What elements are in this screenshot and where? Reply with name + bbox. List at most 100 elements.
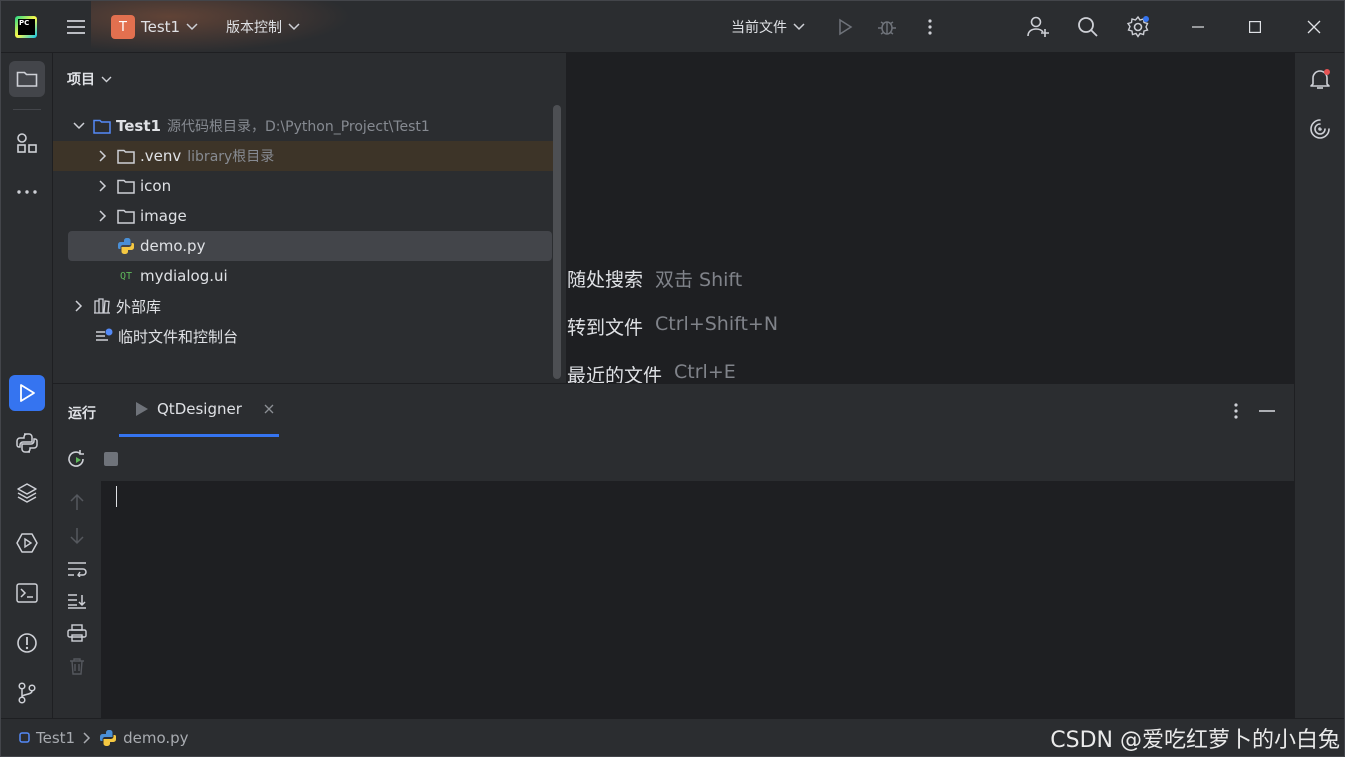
breadcrumb-file-label: demo.py	[123, 728, 189, 747]
python-console-button[interactable]	[9, 425, 45, 461]
hint-label: 转到文件	[567, 317, 644, 339]
scroll-to-end-button[interactable]	[64, 588, 90, 614]
chevron-right-icon[interactable]	[71, 300, 87, 312]
services-tool-button[interactable]	[9, 525, 45, 561]
ide-window: T Test1 版本控制 当前文件	[0, 0, 1345, 757]
project-badge: T	[111, 15, 135, 39]
editor-empty-state: 随处搜索 双击 Shift 转到文件 Ctrl+Shift+N 最近的文件 Ct…	[567, 53, 1294, 383]
hide-panel-button[interactable]	[1254, 398, 1280, 424]
soft-wrap-icon	[68, 562, 87, 577]
layers-tool-button[interactable]	[9, 475, 45, 511]
console-output[interactable]	[101, 481, 1294, 719]
tree-item-label: image	[140, 207, 187, 225]
scratch-icon	[95, 327, 113, 345]
more-tools-button[interactable]	[9, 174, 45, 210]
hint-shortcut: Ctrl+E	[674, 361, 736, 383]
hint-recent-files: 最近的文件 Ctrl+E	[567, 361, 736, 383]
main-menu-button[interactable]	[63, 1, 89, 53]
close-button[interactable]	[1301, 14, 1327, 40]
hamburger-icon	[67, 20, 85, 34]
hint-label: 最近的文件	[567, 365, 663, 383]
rerun-icon	[68, 450, 84, 467]
arrow-down-icon	[70, 528, 84, 545]
search-button[interactable]	[1075, 14, 1101, 40]
settings-button[interactable]	[1125, 14, 1151, 40]
vcs-menu[interactable]: 版本控制	[226, 1, 300, 53]
project-panel-header[interactable]: 项目	[67, 69, 112, 89]
tree-item-image-folder[interactable]: image	[53, 201, 553, 231]
python-file-icon	[100, 729, 117, 746]
vcs-label: 版本控制	[226, 20, 282, 36]
structure-tool-button[interactable]	[9, 125, 45, 161]
structure-icon	[17, 133, 37, 153]
ai-assistant-button[interactable]	[1302, 111, 1338, 147]
code-with-me-button[interactable]	[1026, 14, 1052, 40]
tree-item-icon-folder[interactable]: icon	[53, 171, 553, 201]
project-tool-button[interactable]	[9, 61, 45, 97]
project-panel: 项目 Test1 源代码根目录，D:\Python_Project\Test1 …	[53, 53, 567, 383]
chevron-right-icon[interactable]	[95, 180, 111, 192]
run-panel-title: 运行	[68, 406, 96, 422]
more-vertical-icon	[1234, 403, 1238, 419]
chevron-right-icon[interactable]	[95, 210, 111, 222]
project-panel-title: 项目	[67, 72, 95, 88]
breadcrumb-project[interactable]: Test1	[19, 729, 75, 747]
more-actions-button[interactable]	[917, 14, 943, 40]
left-toolbar	[1, 53, 53, 718]
text-caret	[116, 486, 117, 507]
chevron-down-icon	[288, 23, 300, 31]
qt-file-icon: QT	[119, 270, 133, 282]
console-side-toolbar	[53, 481, 101, 719]
tree-item-root[interactable]: Test1 源代码根目录，D:\Python_Project\Test1	[53, 111, 553, 141]
debug-button[interactable]	[874, 14, 900, 40]
tree-item-label: .venv	[140, 147, 182, 165]
run-button[interactable]	[832, 14, 858, 40]
tree-item-scratches[interactable]: 临时文件和控制台	[53, 321, 553, 351]
scroll-up-button[interactable]	[64, 489, 90, 515]
chevron-right-icon	[83, 731, 91, 744]
breadcrumb-file[interactable]: demo.py	[99, 728, 189, 747]
csdn-watermark: CSDN @爱吃红萝卜的小白兔	[1050, 728, 1340, 753]
printer-icon	[67, 624, 87, 642]
layers-icon	[17, 483, 37, 503]
run-tab-qtdesigner[interactable]: QtDesigner	[119, 384, 279, 437]
maximize-button[interactable]	[1242, 14, 1268, 40]
tree-item-hint: library根目录	[187, 149, 275, 165]
clear-all-button[interactable]	[64, 653, 90, 679]
tree-item-demo-py[interactable]: demo.py	[68, 231, 552, 261]
run-tool-button[interactable]	[9, 375, 45, 411]
tree-item-label: mydialog.ui	[140, 267, 228, 285]
print-button[interactable]	[64, 620, 90, 646]
tree-item-mydialog-ui[interactable]: QT mydialog.ui	[53, 261, 553, 291]
chevron-right-icon[interactable]	[95, 150, 111, 162]
folder-icon	[93, 117, 111, 135]
stop-button[interactable]	[98, 446, 124, 472]
hint-shortcut: Ctrl+Shift+N	[655, 313, 779, 335]
play-icon	[20, 384, 35, 402]
soft-wrap-button[interactable]	[64, 556, 90, 582]
trash-icon	[70, 658, 84, 675]
tree-item-venv[interactable]: .venv library根目录	[53, 141, 553, 171]
run-config-selector[interactable]: 当前文件	[731, 1, 805, 53]
chevron-down-icon[interactable]	[71, 122, 87, 130]
tree-item-external-libraries[interactable]: 外部库	[53, 291, 553, 321]
minimize-icon	[1259, 410, 1275, 412]
close-icon[interactable]	[264, 404, 274, 414]
rerun-button[interactable]	[64, 446, 90, 472]
terminal-tool-button[interactable]	[9, 575, 45, 611]
hint-shortcut: 双击 Shift	[655, 269, 743, 291]
project-selector[interactable]: T Test1	[111, 1, 198, 53]
run-tab-label: QtDesigner	[157, 400, 242, 418]
scroll-down-button[interactable]	[64, 523, 90, 549]
project-scrollbar[interactable]	[553, 105, 561, 379]
app-logo[interactable]	[15, 1, 41, 53]
git-tool-button[interactable]	[9, 675, 45, 711]
search-icon	[1078, 17, 1098, 37]
notifications-button[interactable]	[1302, 61, 1338, 97]
problems-tool-button[interactable]	[9, 625, 45, 661]
folder-icon	[117, 177, 135, 195]
python-file-icon	[117, 237, 135, 255]
git-branch-icon	[18, 682, 36, 704]
run-options-button[interactable]	[1223, 398, 1249, 424]
minimize-button[interactable]	[1185, 14, 1211, 40]
